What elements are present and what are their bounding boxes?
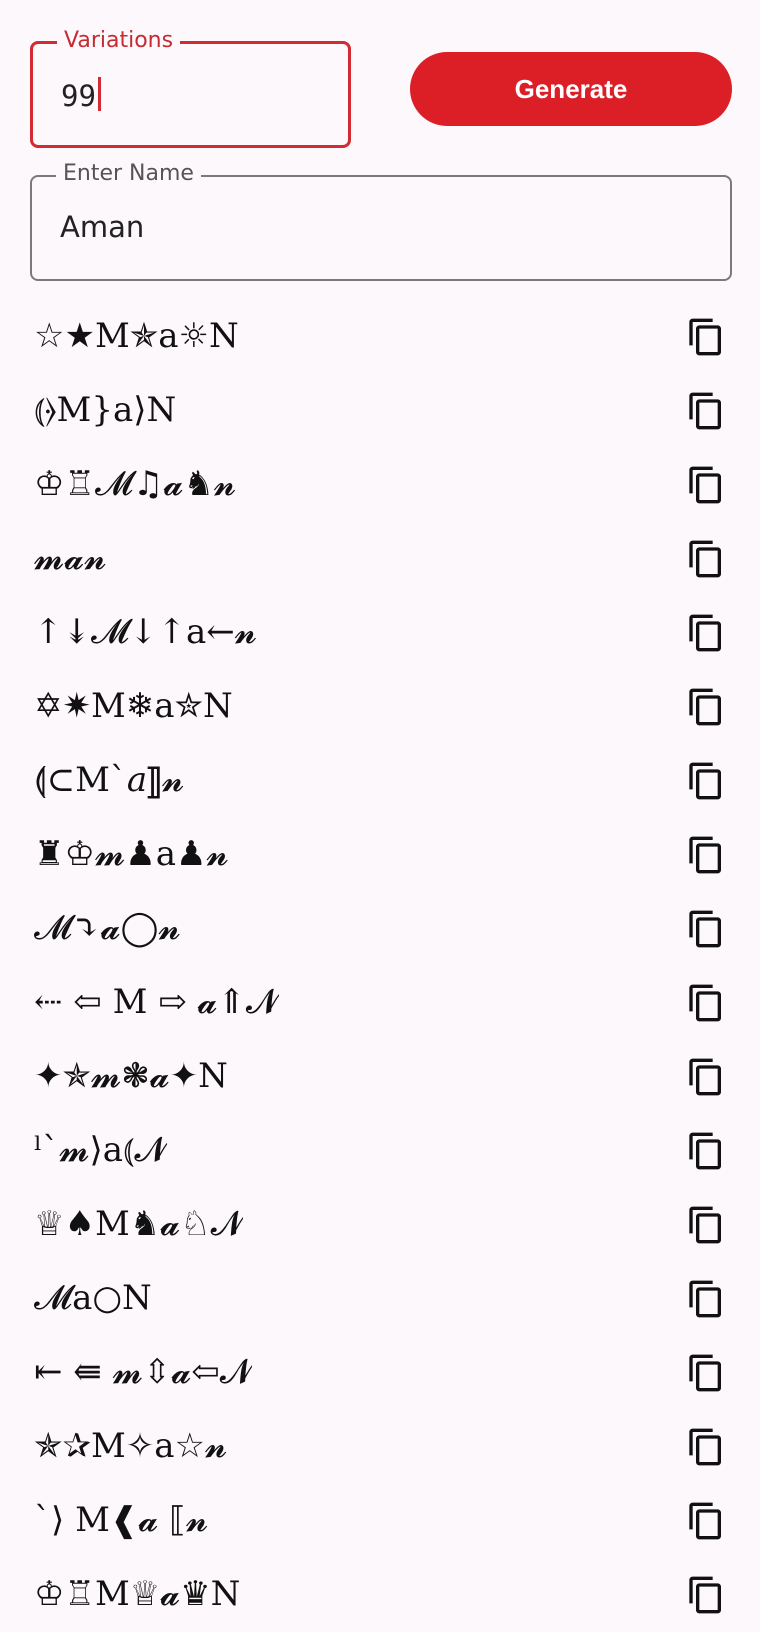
result-text: ♜♔𝓶♟a♟𝓷 [34, 834, 229, 874]
result-row: 𝓶𝓪𝓷 [0, 522, 760, 596]
result-text: ♔♖M♕𝓪♛N [34, 1574, 241, 1614]
result-row: ♔♖M♕𝓪♛N [0, 1558, 760, 1632]
variations-input[interactable]: 99 [61, 76, 101, 116]
result-text: ✡✷M❄a✮N [34, 686, 233, 726]
copy-icon[interactable] [686, 1130, 726, 1172]
variations-label: Variations [57, 28, 181, 54]
copy-icon[interactable] [686, 1426, 726, 1468]
result-text: ⇠ ⇦ M ⇨ 𝓪⇑𝓝 [34, 982, 279, 1022]
generate-button[interactable]: Generate [410, 52, 732, 126]
name-label: Enter Name [56, 161, 201, 187]
result-row: ⦅⦒M}a⟩N [0, 374, 760, 448]
copy-icon[interactable] [686, 760, 726, 802]
result-row: ✦✯𝓶❃𝓪✦N [0, 1040, 760, 1114]
result-row: ⇤ ⇚ 𝓶⇳𝓪⇦𝓝 [0, 1336, 760, 1410]
copy-icon[interactable] [686, 908, 726, 950]
result-row: ˋ⟩ M❰𝓪 ⟦𝓷 [0, 1484, 760, 1558]
result-row: ♜♔𝓶♟a♟𝓷 [0, 818, 760, 892]
results-list: ☆★M✯a☼N ⦅⦒M}a⟩N ♔♖𝓜♫𝓪♞𝓷 𝓶𝓪𝓷 ↑↡𝓜↓↑a←𝓷 ✡✷M❄a✮N ⟬… [0, 300, 760, 1632]
result-text: ✯✰M✧a☆𝓷 [34, 1426, 228, 1466]
result-row: ↑↡𝓜↓↑a←𝓷 [0, 596, 760, 670]
result-text: ˡˋ𝓶⟩a⦅𝓝 [34, 1130, 167, 1170]
name-field[interactable]: Enter Name Aman [30, 161, 732, 281]
result-row: ✡✷M❄a✮N [0, 670, 760, 744]
result-row: ⇠ ⇦ M ⇨ 𝓪⇑𝓝 [0, 966, 760, 1040]
result-row: ♕♠M♞𝓪♘𝓝 [0, 1188, 760, 1262]
result-text: ↑↡𝓜↓↑a←𝓷 [34, 612, 258, 652]
copy-icon[interactable] [686, 1500, 726, 1542]
text-caret [97, 77, 101, 111]
copy-icon[interactable] [686, 686, 726, 728]
result-row: ˡˋ𝓶⟩a⦅𝓝 [0, 1114, 760, 1188]
copy-icon[interactable] [686, 1352, 726, 1394]
name-input[interactable]: Aman [60, 207, 144, 247]
copy-icon[interactable] [686, 1204, 726, 1246]
top-controls: Variations 99 Generate [0, 0, 760, 160]
result-row: ♔♖𝓜♫𝓪♞𝓷 [0, 448, 760, 522]
result-text: 𝓜⤵𝓪◯𝓷 [34, 908, 181, 948]
result-text: ✦✯𝓶❃𝓪✦N [34, 1056, 228, 1096]
copy-icon[interactable] [686, 834, 726, 876]
result-text: ⦅⦒M}a⟩N [34, 390, 177, 430]
result-text: ˋ⟩ M❰𝓪 ⟦𝓷 [34, 1500, 209, 1540]
result-text: 𝓜a○N [34, 1278, 152, 1318]
result-row: ✯✰M✧a☆𝓷 [0, 1410, 760, 1484]
copy-icon[interactable] [686, 390, 726, 432]
variations-field[interactable]: Variations 99 [30, 28, 351, 148]
copy-icon[interactable] [686, 538, 726, 580]
result-text: ⇤ ⇚ 𝓶⇳𝓪⇦𝓝 [34, 1352, 253, 1392]
result-text: ⟬⊂Mˋ𝑎⟧𝓷 [34, 760, 185, 800]
result-text: ♔♖𝓜♫𝓪♞𝓷 [34, 464, 237, 504]
copy-icon[interactable] [686, 612, 726, 654]
result-row: 𝓜a○N [0, 1262, 760, 1336]
copy-icon[interactable] [686, 464, 726, 506]
copy-icon[interactable] [686, 316, 726, 358]
result-row: 𝓜⤵𝓪◯𝓷 [0, 892, 760, 966]
result-row: ⟬⊂Mˋ𝑎⟧𝓷 [0, 744, 760, 818]
result-row: ☆★M✯a☼N [0, 300, 760, 374]
copy-icon[interactable] [686, 1056, 726, 1098]
copy-icon[interactable] [686, 1574, 726, 1616]
result-text: ♕♠M♞𝓪♘𝓝 [34, 1204, 244, 1244]
copy-icon[interactable] [686, 982, 726, 1024]
copy-icon[interactable] [686, 1278, 726, 1320]
result-text: ☆★M✯a☼N [34, 316, 239, 356]
result-text: 𝓶𝓪𝓷 [34, 538, 107, 578]
